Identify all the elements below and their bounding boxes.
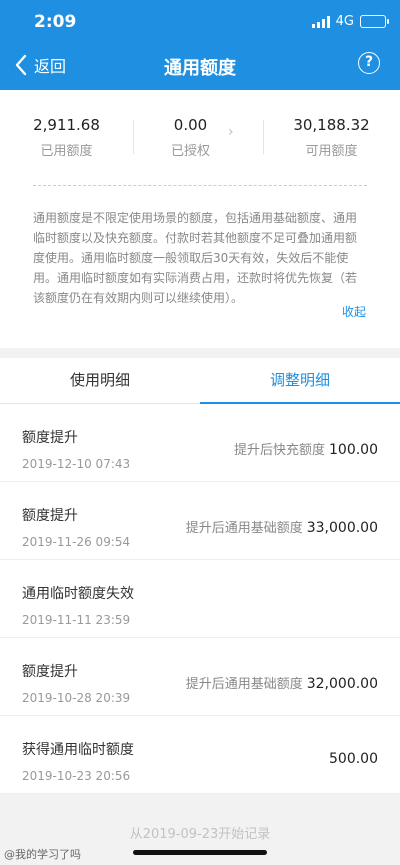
record-amount: 32,000.00 [306,676,378,692]
signal-icon [311,15,330,28]
tab-adjustment-detail[interactable]: 调整明细 [200,358,400,404]
page-title: 通用额度 [164,58,236,79]
record-amount-wrap: 提升后通用基础额度 32,000.00 [186,673,378,692]
records-start-note: 从2019-09-23开始记录 [129,827,271,842]
description-text: 通用额度是不限定使用场景的额度，包括通用基础额度、通用临时额度以及快充额度。付款… [33,211,358,305]
status-indicators: 4G [311,14,389,29]
app-header: 2:09 4G 返回 通用额度 ? [0,0,400,90]
stat-available-value: 30,188.32 [293,116,370,134]
list-item[interactable]: 获得通用临时额度 2019-10-23 20:56 500.00 [0,716,400,794]
home-indicator [133,850,267,855]
battery-icon [360,15,389,28]
nav-bar: 返回 通用额度 ? [0,44,400,90]
stat-authorized-value: 0.00 [173,116,208,134]
record-title: 额度提升 [22,664,78,680]
divider [263,120,264,154]
record-title: 获得通用临时额度 [22,742,134,758]
stat-authorized[interactable]: 0.00 已授权 [124,116,257,159]
record-date: 2019-10-23 20:56 [22,769,131,783]
record-prefix: 提升后快充额度 [233,443,325,458]
credit-summary: 2,911.68 已用额度 0.00 已授权 › 30,188.32 可用额度 … [0,90,400,348]
chevron-right-icon: › [228,124,234,140]
stat-authorized-label: 已授权 [170,144,210,159]
record-amount-wrap: 500.00 [325,751,378,767]
dashed-divider [33,185,367,186]
stat-used: 2,911.68 已用额度 [0,116,133,159]
record-amount: 100.00 [329,442,378,458]
collapse-link[interactable]: 收起 [342,303,366,320]
record-amount: 500.00 [329,751,378,767]
stats-row: 2,911.68 已用额度 0.00 已授权 › 30,188.32 可用额度 [0,90,400,176]
stat-available: 30,188.32 可用额度 [265,116,398,159]
stat-used-label: 已用额度 [40,144,93,159]
tab-usage-detail[interactable]: 使用明细 [0,358,200,404]
record-date: 2019-11-11 23:59 [22,613,131,627]
record-title: 通用临时额度失效 [22,586,134,602]
list-item[interactable]: 额度提升 2019-10-28 20:39 提升后通用基础额度 32,000.00 [0,638,400,716]
record-title: 额度提升 [22,430,78,446]
record-amount-wrap: 提升后通用基础额度 33,000.00 [186,517,378,536]
record-amount-wrap: 提升后快充额度 100.00 [234,439,378,458]
list-item[interactable]: 额度提升 2019-12-10 07:43 提升后快充额度 100.00 [0,404,400,482]
record-amount-wrap [374,595,378,611]
status-time: 2:09 [34,12,77,32]
record-date: 2019-11-26 09:54 [22,535,131,549]
watermark: @我的学习了吗 [4,848,81,861]
status-bar: 2:09 4G [0,0,400,44]
tab-bar: 使用明细 调整明细 [0,358,400,404]
record-prefix: 提升后通用基础额度 [185,521,303,536]
stat-available-label: 可用额度 [305,144,358,159]
record-title: 额度提升 [22,508,78,524]
record-amount: 33,000.00 [306,520,378,536]
record-date: 2019-10-28 20:39 [22,691,131,705]
help-icon[interactable]: ? [358,52,380,74]
stat-used-value: 2,911.68 [33,116,100,134]
record-date: 2019-12-10 07:43 [22,457,131,471]
network-label: 4G [335,14,354,29]
record-list: 额度提升 2019-12-10 07:43 提升后快充额度 100.00 额度提升… [0,404,400,794]
list-item[interactable]: 通用临时额度失效 2019-11-11 23:59 [0,560,400,638]
list-item[interactable]: 额度提升 2019-11-26 09:54 提升后通用基础额度 33,000.00 [0,482,400,560]
record-prefix: 提升后通用基础额度 [185,677,303,692]
